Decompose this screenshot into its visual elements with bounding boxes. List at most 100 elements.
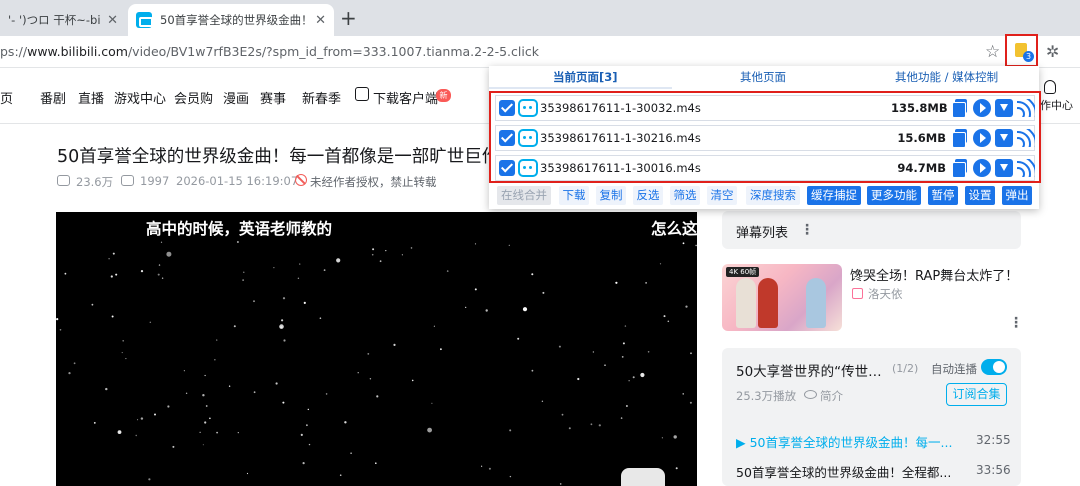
recommend-thumbnail[interactable]: 4K 60帧: [722, 264, 842, 331]
danmaku-list-label: 弹幕列表: [736, 226, 789, 241]
nav-game-center[interactable]: 游戏中心: [114, 88, 166, 107]
creator-center-link[interactable]: 作中心: [1040, 97, 1073, 113]
creator-bulb-icon[interactable]: [1044, 80, 1056, 94]
nav-member-shop[interactable]: 会员购: [174, 88, 213, 107]
starfield-video-frame: [56, 241, 697, 485]
view-count: 23.6万: [76, 175, 114, 189]
download-client-icon: [355, 87, 369, 101]
url-host: www.bilibili.com: [27, 44, 128, 59]
popout-button[interactable]: 弹出: [1002, 186, 1032, 205]
autoplay-toggle[interactable]: [981, 359, 1007, 375]
invert-selection-button[interactable]: 反选: [633, 186, 663, 205]
active-tab-underline: [489, 87, 672, 89]
filter-button[interactable]: 筛选: [670, 186, 700, 205]
video-title: 50首享誉全球的世界级金曲！每一首都像是一部旷世巨作: [57, 147, 489, 167]
copy-icon[interactable]: [951, 159, 969, 178]
video-player[interactable]: 高中的时候，英语老师教的 怎么这: [56, 212, 697, 486]
no-reprint-icon: [295, 174, 307, 186]
recommend-title[interactable]: 馋哭全场！RAP舞台太炸了！: [850, 265, 1018, 284]
uploader-icon: [852, 288, 863, 299]
subtitle-right: 怎么这: [651, 220, 697, 238]
send-to-player-icon[interactable]: [1017, 129, 1035, 147]
series-count: (1/2): [892, 362, 919, 375]
nav-anime[interactable]: 番剧: [40, 88, 66, 107]
episode-title: 50首享誉全球的世界级金曲！每一...: [749, 435, 953, 450]
nav-spring-festival[interactable]: 新春季: [302, 88, 341, 107]
url-text[interactable]: ps://www.bilibili.com/video/BV1w7rfB3E2s…: [0, 44, 539, 59]
episode-duration: 32:55: [976, 433, 1011, 447]
file-checkbox[interactable]: [499, 160, 515, 176]
nav-home[interactable]: 页: [0, 88, 13, 107]
nav-live[interactable]: 直播: [78, 88, 104, 107]
popup-tabs: 当前页面[3] 其他页面 其他功能 / 媒体控制: [489, 66, 1039, 89]
browser-tab-bilibili-home[interactable]: '- ')つロ 干杯~-bilibili ✕: [0, 4, 126, 36]
copy-icon[interactable]: [951, 129, 969, 148]
close-tab-icon[interactable]: ✕: [107, 13, 118, 28]
file-checkbox[interactable]: [499, 100, 515, 116]
copy-button[interactable]: 复制: [596, 186, 626, 205]
series-views: 25.3万播放: [736, 389, 797, 403]
video-downloader-extension-button[interactable]: 3: [1005, 34, 1038, 67]
recommend-uploader[interactable]: 洛天依: [868, 286, 903, 302]
nav-manga[interactable]: 漫画: [223, 88, 249, 107]
pause-button[interactable]: 暂停: [928, 186, 958, 205]
more-functions-button[interactable]: 更多功能: [867, 186, 921, 205]
new-tab-button[interactable]: +: [340, 6, 357, 30]
danmaku-list-header[interactable]: 弹幕列表 ⋮: [722, 211, 1021, 249]
thumbnail-figure: [758, 278, 778, 328]
publish-date: 2026-01-15 16:19:07: [176, 174, 299, 188]
bilibili-source-icon: [518, 129, 538, 147]
close-tab-icon[interactable]: ✕: [315, 13, 326, 28]
series-title[interactable]: 50大享誉世界的“传世…: [736, 360, 882, 380]
copy-icon[interactable]: [951, 99, 969, 118]
subscribe-collection-button[interactable]: 订阅合集: [946, 383, 1007, 406]
extensions-puzzle-icon[interactable]: ✲: [1046, 42, 1059, 61]
nav-esports[interactable]: 赛事: [260, 88, 286, 107]
bilibili-source-icon: [518, 99, 538, 117]
browser-tab-bar: '- ')つロ 干杯~-bilibili ✕ 50首享誉全球的世界级金曲！每一首…: [0, 0, 1080, 36]
settings-button[interactable]: 设置: [965, 186, 995, 205]
episode-current[interactable]: ▶ 50首享誉全球的世界级金曲！每一...: [736, 432, 966, 451]
send-to-player-icon[interactable]: [1017, 99, 1035, 117]
media-file-row[interactable]: 35398617611-1-30216.m4s 15.6MB: [495, 125, 1035, 151]
play-icon[interactable]: [973, 129, 991, 147]
online-merge-button[interactable]: 在线合并: [497, 186, 551, 205]
media-file-row[interactable]: 35398617611-1-30032.m4s 135.8MB: [495, 95, 1035, 121]
bilibili-tv-watermark-icon: [621, 468, 665, 486]
tab-current-page[interactable]: 当前页面[3]: [553, 69, 618, 85]
browser-tab-video[interactable]: 50首享誉全球的世界级金曲！每一首都像是一部旷世巨作 ✕: [128, 4, 334, 36]
play-icon[interactable]: [973, 159, 991, 177]
cache-capture-button[interactable]: 缓存捕捉: [807, 186, 861, 205]
clear-button[interactable]: 清空: [707, 186, 737, 205]
file-size: 15.6MB: [897, 131, 946, 145]
tab-other-pages[interactable]: 其他页面: [740, 69, 786, 85]
tab-other-functions[interactable]: 其他功能 / 媒体控制: [895, 69, 998, 85]
media-file-row[interactable]: 35398617611-1-30016.m4s 94.7MB: [495, 155, 1035, 181]
file-name: 35398617611-1-30216.m4s: [540, 131, 701, 145]
send-to-player-icon[interactable]: [1017, 159, 1035, 177]
file-size: 94.7MB: [897, 161, 946, 175]
nav-download-client[interactable]: 下载客户端: [373, 88, 438, 107]
download-button[interactable]: 下载: [559, 186, 589, 205]
url-prefix: ps://: [0, 44, 28, 59]
episode-next[interactable]: 50首享誉全球的世界级金曲！全程都...: [736, 462, 966, 481]
deep-search-button[interactable]: 深度搜索: [746, 186, 800, 205]
media-sniffer-popup: 当前页面[3] 其他页面 其他功能 / 媒体控制 35398617611-1-3…: [489, 66, 1041, 209]
danmaku-more-icon[interactable]: ⋮: [800, 222, 814, 238]
address-bar[interactable]: ps://www.bilibili.com/video/BV1w7rfB3E2s…: [0, 36, 1080, 68]
thumbnail-figure: [736, 278, 756, 328]
bookmark-star-icon[interactable]: ☆: [985, 42, 1000, 62]
download-icon[interactable]: [995, 159, 1013, 177]
file-size: 135.8MB: [891, 101, 948, 115]
file-checkbox[interactable]: [499, 130, 515, 146]
play-icon[interactable]: [973, 99, 991, 117]
series-intro-link[interactable]: 简介: [820, 388, 843, 404]
file-name: 35398617611-1-30016.m4s: [540, 161, 701, 175]
recommend-more-icon[interactable]: ⋮: [1009, 315, 1023, 331]
extension-count-badge: 3: [1023, 51, 1034, 62]
download-icon[interactable]: [995, 99, 1013, 117]
danmaku-icon: [121, 175, 134, 186]
media-file-list: 35398617611-1-30032.m4s 135.8MB 35398617…: [489, 91, 1041, 183]
download-icon[interactable]: [995, 129, 1013, 147]
file-name: 35398617611-1-30032.m4s: [540, 101, 701, 115]
